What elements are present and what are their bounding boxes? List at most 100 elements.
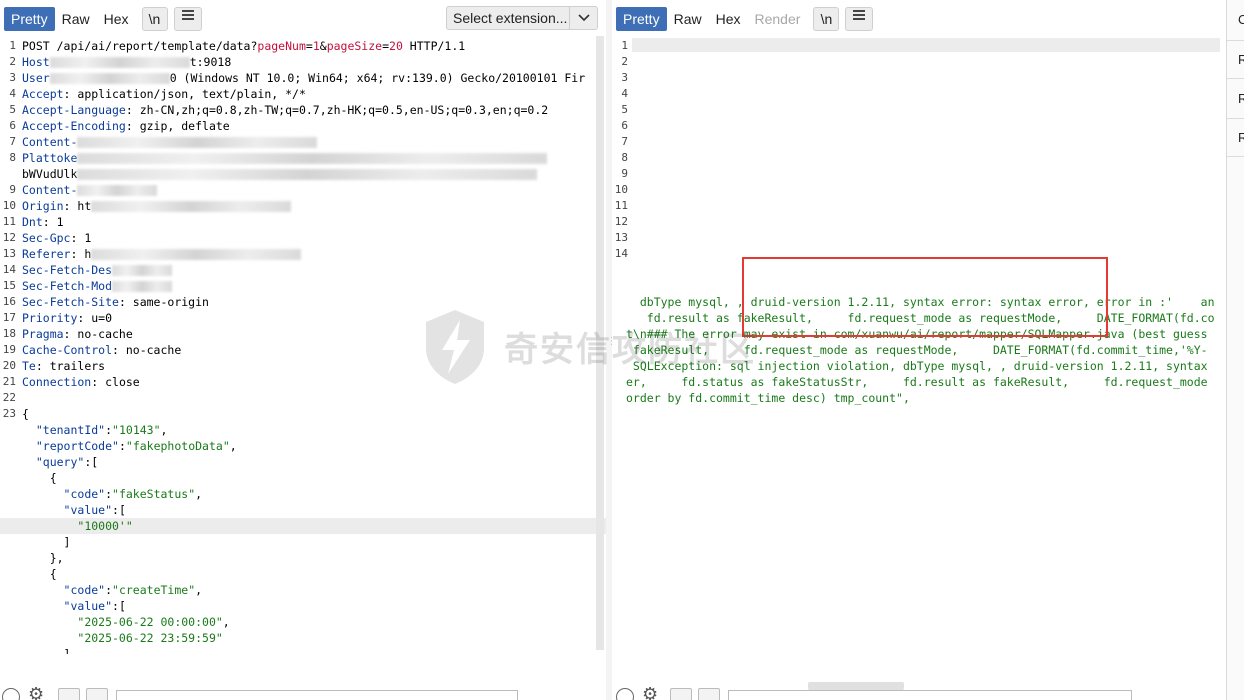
code-token: Content- [22,135,78,149]
watermark: 奇安信攻防社区 [420,306,756,386]
code-token: "10143" [112,423,161,437]
line-number: 16 [2,295,16,308]
line-number: 6 [621,119,628,132]
code-token: "2025-06-22 00:00:00" [77,615,223,629]
code-token: User [22,71,50,85]
line-text: "tenantId":"10143", [22,422,168,438]
code-token: "query" [35,455,85,469]
code-token: 20 [389,39,403,53]
response-search-input[interactable] [728,690,1132,700]
code-token: Accept-Encoding [22,119,126,133]
code-token: }, [22,551,64,565]
code-token: : 1 [42,215,64,229]
request-line: "code":"fakeStatus", [0,486,606,502]
line-number: 11 [2,215,16,228]
line-number: 17 [2,311,16,324]
line-number: 8 [621,151,628,164]
code-token: : zh-CN,zh;q=0.8,zh-TW;q=0.7,zh-HK;q=0.5… [125,103,549,117]
code-token: t:9018 [189,55,232,69]
code-token: Sec-Fetch-Mod [22,279,113,293]
code-token: ] [22,647,71,654]
request-line: 22 [0,390,606,406]
redacted-text [77,137,318,148]
code-token: { [22,567,57,581]
line-number: 19 [2,343,16,356]
code-token: : 1 [70,231,92,245]
gear-icon[interactable]: ⚙ [28,686,46,700]
response-line: 9 [612,166,1226,182]
response-bottom-bar: ⚙ [612,686,1226,700]
request-tab-pretty[interactable]: Pretty [4,7,55,31]
line-text: Priority: u=0 [22,310,112,326]
line-text: "query":[ [22,454,98,470]
code-token: "createTime" [112,583,196,597]
response-menu-button[interactable] [845,7,874,31]
response-line: 10 [612,182,1226,198]
response-tab-raw[interactable]: Raw [667,7,709,31]
line-number: 9 [621,167,628,180]
gear-icon[interactable]: ⚙ [642,686,660,700]
divider [1227,118,1244,119]
line-number: 7 [9,135,16,148]
response-line: 13 [612,230,1226,246]
code-token: Dnt [22,215,43,229]
code-token: Host [22,55,50,69]
code-token: "code" [63,583,106,597]
request-line: "query":[ [0,454,606,470]
code-token: : ht [63,199,92,213]
code-token: : application/json, text/plain, */* [63,87,306,101]
code-token: "2025-06-22 23:59:59" [77,631,223,645]
line-text: "2025-06-22 00:00:00", [22,614,229,630]
side-item[interactable]: R [1238,130,1244,145]
next-match-button[interactable] [86,688,108,700]
line-text: User 0 (Windows NT 10.0; Win64; x64; rv:1… [22,70,585,86]
response-tab-hex[interactable]: Hex [709,7,748,31]
help-icon[interactable] [2,688,20,700]
code-token: "fakephotoData" [125,439,230,453]
request-newline-toggle[interactable]: \n [141,7,168,31]
request-line: "10000'" [0,518,606,534]
response-tab-render[interactable]: Render [748,7,808,31]
line-text: Accept-Encoding: gzip, deflate [22,118,230,134]
request-tab-raw[interactable]: Raw [55,7,97,31]
chevron-down-icon [569,7,597,29]
help-icon[interactable] [616,688,634,700]
request-line: 11 Dnt: 1 [0,214,606,230]
line-number: 5 [9,103,16,116]
side-item[interactable]: R [1238,91,1244,106]
side-item[interactable]: C [1238,12,1244,27]
code-token: : same-origin [118,295,209,309]
code-token: Referer [22,247,71,261]
response-toolbar: Pretty Raw Hex Render \n [616,6,874,32]
previous-match-button[interactable] [58,688,80,700]
line-number: 12 [614,215,628,228]
code-token: :[ [112,599,126,613]
line-text: Sec-Fetch-Mod [22,278,173,294]
request-tab-hex[interactable]: Hex [97,7,136,31]
side-item[interactable]: R [1238,52,1244,67]
response-line: 6 [612,118,1226,134]
code-token: "value" [63,503,113,517]
line-text: Host t:9018 [22,54,231,70]
next-match-button[interactable] [698,688,720,700]
code-token: Plattoke [22,151,78,165]
response-tab-pretty[interactable]: Pretty [616,7,667,31]
code-token: :[ [112,503,126,517]
line-number: 13 [2,247,16,260]
line-text: POST /api/ai/report/template/data?pageNu… [22,38,465,54]
request-line: "value":[ [0,598,606,614]
code-token: bWVudUlk [22,167,78,181]
line-text: Te: trailers [22,358,105,374]
request-search-input[interactable] [116,690,518,700]
request-menu-button[interactable] [173,7,202,31]
line-number: 10 [2,199,16,212]
redacted-text [77,153,548,164]
request-line: 14 Sec-Fetch-Des [0,262,606,278]
code-token: Sec-Gpc [22,231,71,245]
code-token: Cache-Control [22,343,113,357]
response-newline-toggle[interactable]: \n [813,7,840,31]
extension-select[interactable]: Select extension... [446,6,598,30]
previous-match-button[interactable] [670,688,692,700]
